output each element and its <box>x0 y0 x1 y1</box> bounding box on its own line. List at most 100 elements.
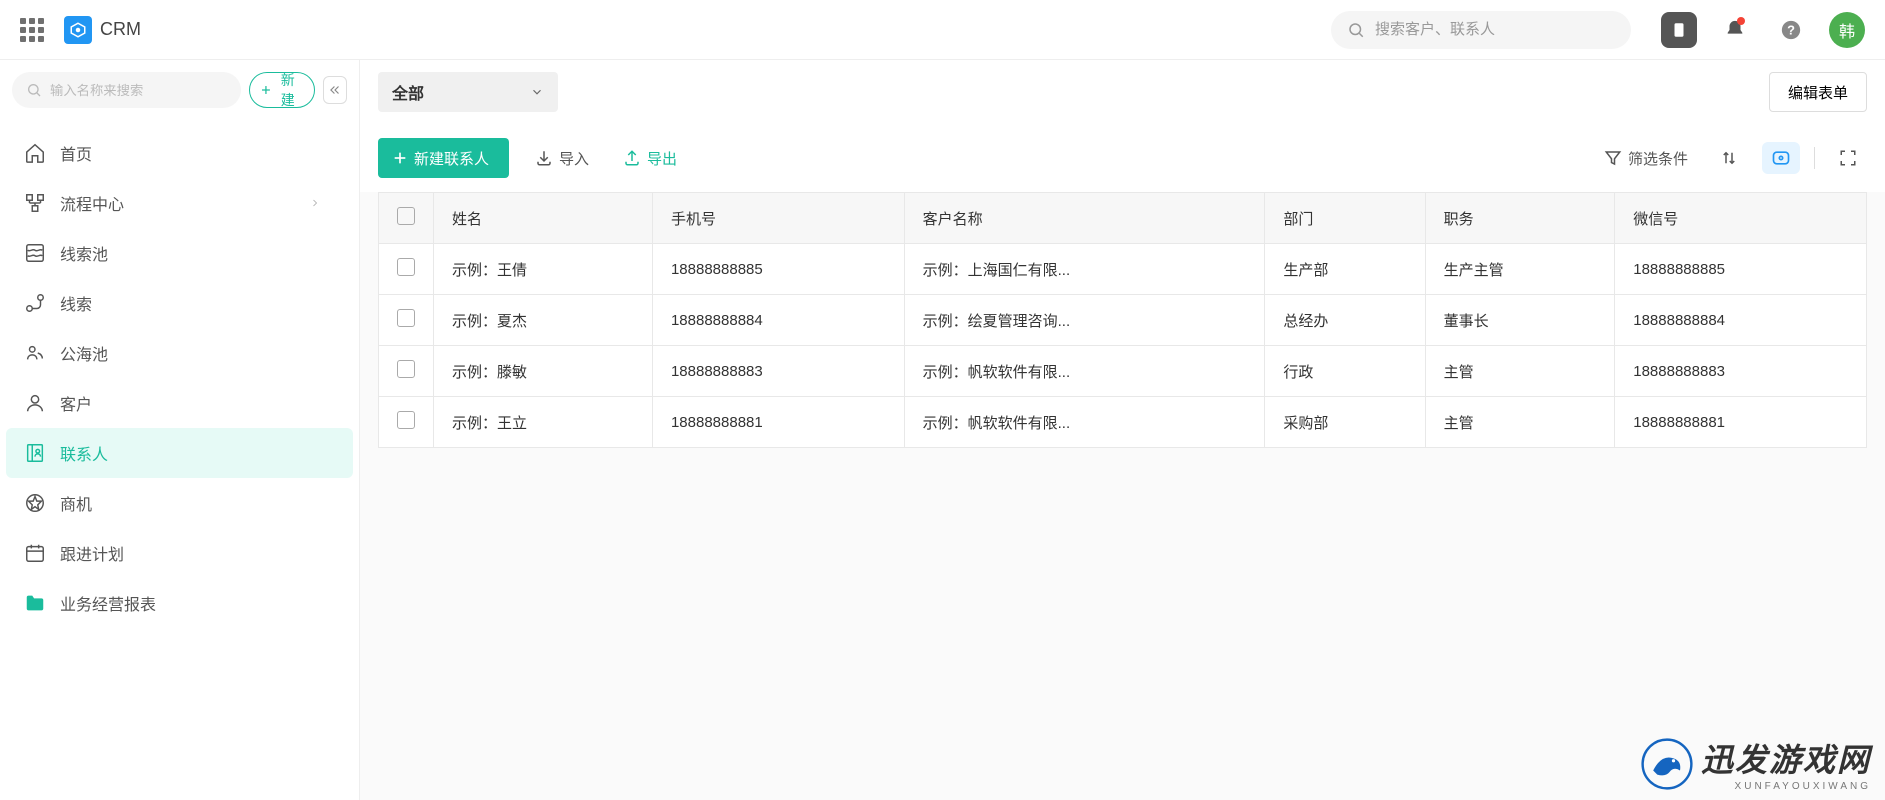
edit-form-button[interactable]: 编辑表单 <box>1769 72 1867 112</box>
cell-customer: 示例：绘夏管理咨询... <box>904 295 1265 346</box>
plus-icon <box>260 83 272 97</box>
import-button[interactable]: 导入 <box>527 138 597 178</box>
cell-dept: 生产部 <box>1265 244 1425 295</box>
sidebar-item-workflow[interactable]: 流程中心 <box>6 178 353 228</box>
cell-name: 示例：滕敏 <box>434 346 653 397</box>
app-title: CRM <box>100 19 141 40</box>
watermark: 迅发游戏网 XUNFAYOUXIWANG <box>1641 735 1871 792</box>
col-header[interactable]: 部门 <box>1265 193 1425 244</box>
cell-name: 示例：王立 <box>434 397 653 448</box>
global-search-input[interactable] <box>1375 21 1615 38</box>
search-icon <box>26 82 42 98</box>
col-header[interactable]: 职务 <box>1425 193 1615 244</box>
cell-name: 示例：王倩 <box>434 244 653 295</box>
table-row[interactable]: 示例：夏杰18888888884示例：绘夏管理咨询...总经办董事长188888… <box>379 295 1867 346</box>
col-header[interactable]: 姓名 <box>434 193 653 244</box>
sidebar-item-label: 线索池 <box>60 241 108 265</box>
sidebar-item-opportunity[interactable]: 商机 <box>6 478 353 528</box>
fullscreen-icon <box>1839 149 1857 167</box>
docs-icon[interactable] <box>1661 12 1697 48</box>
apps-grid-icon[interactable] <box>20 18 44 42</box>
notification-dot <box>1737 17 1745 25</box>
sidebar-item-customers[interactable]: 客户 <box>6 378 353 428</box>
sidebar-item-contacts[interactable]: 联系人 <box>6 428 353 478</box>
chevron-double-left-icon <box>328 83 342 97</box>
row-checkbox[interactable] <box>397 258 415 276</box>
col-header[interactable]: 客户名称 <box>904 193 1265 244</box>
row-checkbox[interactable] <box>397 309 415 327</box>
divider <box>1814 147 1815 169</box>
cell-phone: 18888888884 <box>652 295 904 346</box>
sidebar-item-label: 联系人 <box>60 441 108 465</box>
sidebar-item-followup[interactable]: 跟进计划 <box>6 528 353 578</box>
fullscreen-button[interactable] <box>1829 142 1867 174</box>
cell-phone: 18888888885 <box>652 244 904 295</box>
table-row[interactable]: 示例：滕敏18888888883示例：帆软软件有限...行政主管18888888… <box>379 346 1867 397</box>
col-header[interactable]: 微信号 <box>1615 193 1867 244</box>
sidebar-item-home[interactable]: 首页 <box>6 128 353 178</box>
cell-dept: 总经办 <box>1265 295 1425 346</box>
cell-customer: 示例：帆软软件有限... <box>904 346 1265 397</box>
import-icon <box>535 149 553 167</box>
col-header[interactable]: 手机号 <box>652 193 904 244</box>
filter-button[interactable]: 筛选条件 <box>1596 138 1696 178</box>
sidebar-item-leads[interactable]: 线索 <box>6 278 353 328</box>
new-button[interactable]: 新建 <box>249 72 315 108</box>
sidebar-search[interactable] <box>12 72 241 108</box>
notifications-icon[interactable] <box>1717 12 1753 48</box>
user-avatar[interactable]: 韩 <box>1829 12 1865 48</box>
cell-name: 示例：夏杰 <box>434 295 653 346</box>
user-icon <box>24 392 46 414</box>
row-checkbox[interactable] <box>397 411 415 429</box>
sidebar-item-leadpool[interactable]: 线索池 <box>6 228 353 278</box>
collapse-sidebar-button[interactable] <box>323 76 347 104</box>
export-icon <box>623 149 641 167</box>
new-contact-label: 新建联系人 <box>414 148 489 169</box>
view-selector-label: 全部 <box>392 80 424 104</box>
plus-icon <box>392 150 408 166</box>
table-row[interactable]: 示例：王倩18888888885示例：上海国仁有限...生产部生产主管18888… <box>379 244 1867 295</box>
cell-customer: 示例：上海国仁有限... <box>904 244 1265 295</box>
cell-dept: 行政 <box>1265 346 1425 397</box>
filter-icon <box>1604 149 1622 167</box>
global-search[interactable] <box>1331 11 1631 49</box>
table-row[interactable]: 示例：王立18888888881示例：帆软软件有限...采购部主管1888888… <box>379 397 1867 448</box>
sort-button[interactable] <box>1710 142 1748 174</box>
workflow-icon <box>24 192 46 214</box>
row-checkbox[interactable] <box>397 360 415 378</box>
export-button[interactable]: 导出 <box>615 138 685 178</box>
cell-title: 主管 <box>1425 397 1615 448</box>
cell-customer: 示例：帆软软件有限... <box>904 397 1265 448</box>
filter-label: 筛选条件 <box>1628 148 1688 169</box>
topbar: CRM ? 韩 <box>0 0 1885 60</box>
new-contact-button[interactable]: 新建联系人 <box>378 138 509 178</box>
app-logo <box>64 16 92 44</box>
sidebar-item-label: 跟进计划 <box>60 541 124 565</box>
sort-icon <box>1720 149 1738 167</box>
sidebar-item-label: 线索 <box>60 291 92 315</box>
sidebar-item-publicpool[interactable]: 公海池 <box>6 328 353 378</box>
export-label: 导出 <box>647 148 677 169</box>
folder-icon <box>24 592 46 614</box>
sidebar-item-label: 商机 <box>60 491 92 515</box>
cell-title: 董事长 <box>1425 295 1615 346</box>
search-icon <box>1347 21 1365 39</box>
chevron-right-icon <box>309 197 321 209</box>
view-selector[interactable]: 全部 <box>378 72 558 112</box>
target-icon <box>24 492 46 514</box>
cell-title: 生产主管 <box>1425 244 1615 295</box>
cell-phone: 18888888881 <box>652 397 904 448</box>
sidebar-item-label: 公海池 <box>60 341 108 365</box>
svg-text:?: ? <box>1787 22 1795 37</box>
select-all-checkbox[interactable] <box>397 207 415 225</box>
sidebar-search-input[interactable] <box>50 83 227 98</box>
card-view-button[interactable] <box>1762 142 1800 174</box>
sidebar-item-reports[interactable]: 业务经营报表 <box>6 578 353 628</box>
cell-title: 主管 <box>1425 346 1615 397</box>
main-content: 全部 编辑表单 新建联系人 导入 导出 筛选条件 <box>360 60 1885 800</box>
watermark-subtitle: XUNFAYOUXIWANG <box>1701 781 1871 792</box>
cell-wechat: 18888888885 <box>1615 244 1867 295</box>
home-icon <box>24 142 46 164</box>
sidebar-item-label: 客户 <box>60 391 92 415</box>
help-icon[interactable]: ? <box>1773 12 1809 48</box>
